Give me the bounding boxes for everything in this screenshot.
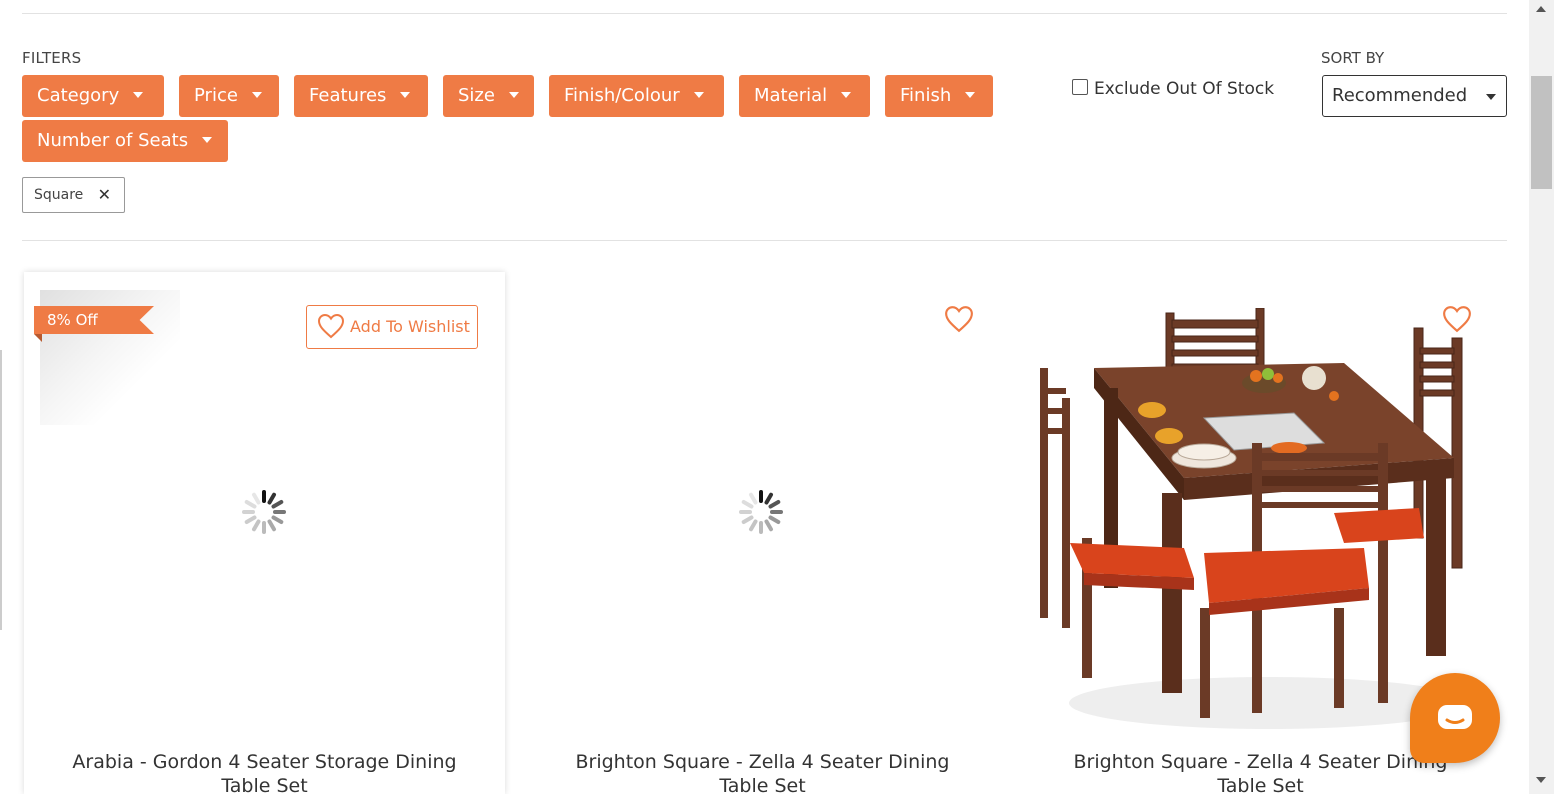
filter-label: Finish/Colour (564, 85, 680, 106)
caret-down-icon (202, 137, 213, 143)
caret-down-icon (133, 92, 144, 98)
filter-label: Size (458, 85, 495, 106)
dining-set-image[interactable] (1034, 308, 1494, 738)
filter-label: Features (309, 85, 387, 106)
sort-select[interactable]: Recommended (1322, 75, 1507, 117)
applied-filter-label: Square (34, 187, 84, 203)
scroll-down-arrow-icon[interactable] (1536, 777, 1546, 783)
filter-label: Finish (900, 85, 952, 106)
caret-down-icon (508, 92, 519, 98)
filter-label: Price (194, 85, 238, 106)
exclude-out-of-stock[interactable]: Exclude Out Of Stock (1072, 79, 1274, 99)
filter-label: Number of Seats (37, 130, 189, 151)
scroll-up-arrow-icon[interactable] (1536, 6, 1546, 12)
side-panel-edge (0, 350, 2, 630)
applied-filter-chip: Square ✕ (22, 177, 125, 213)
discount-badge: 8% Off (34, 306, 154, 334)
wishlist-label: Add To Wishlist (350, 317, 470, 336)
filter-label: Material (754, 85, 828, 106)
loading-spinner-icon (739, 490, 783, 534)
caret-down-icon (1486, 94, 1496, 100)
section-divider (22, 240, 1507, 241)
filter-material-button[interactable]: Material (739, 75, 870, 117)
scrollbar-thumb[interactable] (1531, 76, 1552, 189)
filter-number-of-seats-button[interactable]: Number of Seats (22, 120, 228, 162)
chat-widget-button[interactable] (1410, 673, 1500, 763)
product-card[interactable]: Brighton Square - Zella 4 Seater Dining … (522, 272, 1003, 794)
sort-selected-value: Recommended (1332, 85, 1468, 106)
product-card[interactable]: 8% Off Add To Wishlist Arabia - Gordon 4… (24, 272, 505, 794)
sort-by-label: SORT BY (1321, 49, 1385, 67)
top-divider (22, 13, 1507, 14)
exclude-out-of-stock-checkbox[interactable] (1072, 79, 1088, 95)
close-icon[interactable]: ✕ (98, 178, 111, 212)
add-to-wishlist-button[interactable]: Add To Wishlist (306, 305, 478, 349)
filters-label: FILTERS (22, 49, 82, 67)
filter-price-button[interactable]: Price (179, 75, 279, 117)
filter-features-button[interactable]: Features (294, 75, 428, 117)
ribbon-fold (34, 334, 42, 342)
filter-size-button[interactable]: Size (443, 75, 534, 117)
caret-down-icon (965, 92, 976, 98)
filter-category-button[interactable]: Category (22, 75, 164, 117)
loading-spinner-icon (242, 490, 286, 534)
product-title[interactable]: Brighton Square - Zella 4 Seater Dining … (522, 750, 1003, 794)
product-title[interactable]: Arabia - Gordon 4 Seater Storage Dining … (24, 750, 505, 794)
caret-down-icon (841, 92, 852, 98)
caret-down-icon (693, 92, 704, 98)
filter-label: Category (37, 85, 120, 106)
heart-icon[interactable] (944, 305, 974, 333)
chat-bubble-icon (1438, 705, 1472, 729)
exclude-out-of-stock-label: Exclude Out Of Stock (1094, 79, 1275, 99)
caret-down-icon (400, 92, 411, 98)
caret-down-icon (251, 92, 262, 98)
heart-icon (317, 313, 345, 339)
filter-finish-button[interactable]: Finish (885, 75, 993, 117)
filter-finish-colour-button[interactable]: Finish/Colour (549, 75, 724, 117)
